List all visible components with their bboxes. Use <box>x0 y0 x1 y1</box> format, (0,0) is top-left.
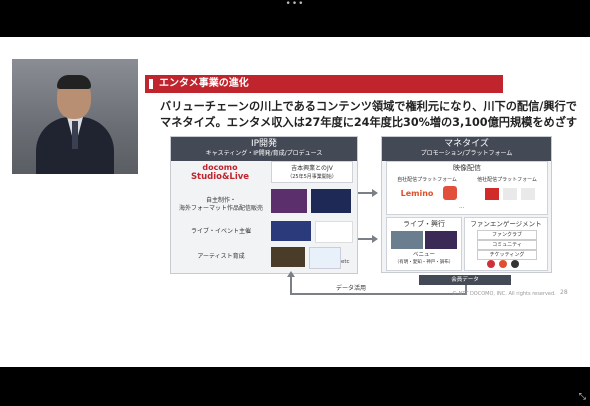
fan-icon-3 <box>511 260 519 268</box>
headline-line-1: バリューチェーンの川上であるコンテンツ領域で権利元になり、川下の配信/興行で <box>160 100 577 113</box>
own-platform-label: 自社配信プラットフォーム <box>397 177 457 183</box>
jv-note: （25年5月事業開始） <box>287 174 337 180</box>
monetize-panel-subtitle: プロモーション/プラットフォーム <box>420 150 513 157</box>
member-data-bar: 会員データ <box>419 275 511 285</box>
top-flow-arrowhead <box>372 189 378 197</box>
production-thumbnail-1 <box>271 189 307 213</box>
venue-thumbnail-1 <box>391 231 423 249</box>
artist-logo <box>309 247 341 269</box>
fan-title: ファンエンゲージメント <box>470 220 542 228</box>
jv-title: 吉本興業とのJV <box>291 165 333 172</box>
venue-label: ベニュー <box>412 252 435 258</box>
artist-thumbnail-1 <box>271 247 305 267</box>
fan-item-ticketing: チケッティング <box>477 250 537 260</box>
presentation-slide: エンタメ事業の進化 バリューチェーンの川上であるコンテンツ領域で権利元になり、川… <box>0 37 590 367</box>
live-box: ライブ・興行 ベニュー （有明・愛知・神戸・調布） <box>386 217 462 271</box>
feedback-line-up <box>290 277 292 294</box>
etc-label: etc <box>341 259 350 265</box>
fan-icon-1 <box>487 260 495 268</box>
ip-panel-header: IP開発 キャスティング・IP開発/育成/プロデュース <box>171 137 357 161</box>
ellipsis-label: … <box>459 204 465 210</box>
row2-label: ライブ・イベント主催 <box>190 228 251 235</box>
video-title: 映像配信 <box>453 164 481 172</box>
row1-label-line-2: 海外フォーマット作品配信販売 <box>178 205 263 212</box>
feedback-line-horizontal <box>290 293 467 295</box>
venue-cities: （有明・愛知・神戸・調布） <box>394 260 454 265</box>
data-use-label: データ活用 <box>336 285 367 292</box>
studio-live-logo-text: Studio&Live <box>190 172 250 182</box>
ip-panel-subtitle: キャスティング・IP開発/育成/プロデュース <box>205 150 323 157</box>
monetize-panel-title: マネタイズ <box>444 139 489 149</box>
partner-icon-3 <box>521 188 535 200</box>
jv-box: 吉本興業とのJV （25年5月事業開始） <box>271 161 353 183</box>
row1-label: 自主制作・ 海外フォーマット作品配信販売 <box>173 197 269 213</box>
fan-item-fanclub: ファンクラブ <box>477 230 537 240</box>
video-distribution-box: 映像配信 自社配信プラットフォーム 他社配信プラットフォーム Lemino … <box>386 161 548 215</box>
monetize-panel: マネタイズ プロモーション/プラットフォーム 映像配信 自社配信プラットフォーム… <box>381 136 552 273</box>
fan-icon-2 <box>499 260 507 268</box>
bottom-flow-arrowhead <box>372 235 378 243</box>
headline: バリューチェーンの川上であるコンテンツ領域で権利元になり、川下の配信/興行で マ… <box>160 99 580 131</box>
ip-panel: IP開発 キャスティング・IP開発/育成/プロデュース docomo Studi… <box>170 136 358 274</box>
window-drag-handle[interactable]: ••• <box>0 0 590 10</box>
speaker-video <box>12 59 138 174</box>
partner-icon-2 <box>503 188 517 200</box>
docomo-logo-text: docomo <box>202 163 238 172</box>
section-title: エンタメ事業の進化 <box>145 75 503 93</box>
lemino-logo: Lemino <box>400 189 434 198</box>
live-event-logo <box>315 221 353 243</box>
row3-label: アーティスト育成 <box>197 253 245 260</box>
venue-thumbnail-2 <box>425 231 457 249</box>
production-thumbnail-2 <box>311 189 351 213</box>
headline-line-2: マネタイズ。エンタメ収入は27年度に24年度比30%増の3,100億円規模をめざ… <box>160 116 578 129</box>
resize-handle-icon[interactable]: ⤡ <box>579 392 586 402</box>
dtv-icon <box>443 186 457 200</box>
fan-engagement-box: ファンエンゲージメント ファンクラブ コミュニティ チケッティング <box>464 217 548 271</box>
fan-item-community: コミュニティ <box>477 240 537 250</box>
ip-panel-title: IP開発 <box>250 139 278 149</box>
other-platform-label: 他社配信プラットフォーム <box>477 177 537 183</box>
live-event-thumbnail-1 <box>271 221 311 241</box>
studio-live-logo: docomo Studio&Live <box>177 163 263 183</box>
copyright: © NTT DOCOMO, INC. All rights reserved. <box>452 291 556 297</box>
partner-icon-1 <box>485 188 499 200</box>
feedback-arrowhead <box>287 271 295 277</box>
monetize-panel-header: マネタイズ プロモーション/プラットフォーム <box>382 137 551 161</box>
page-number: 28 <box>560 289 568 296</box>
row1-label-line-1: 自主制作・ <box>205 197 236 204</box>
live-title: ライブ・興行 <box>403 220 445 228</box>
